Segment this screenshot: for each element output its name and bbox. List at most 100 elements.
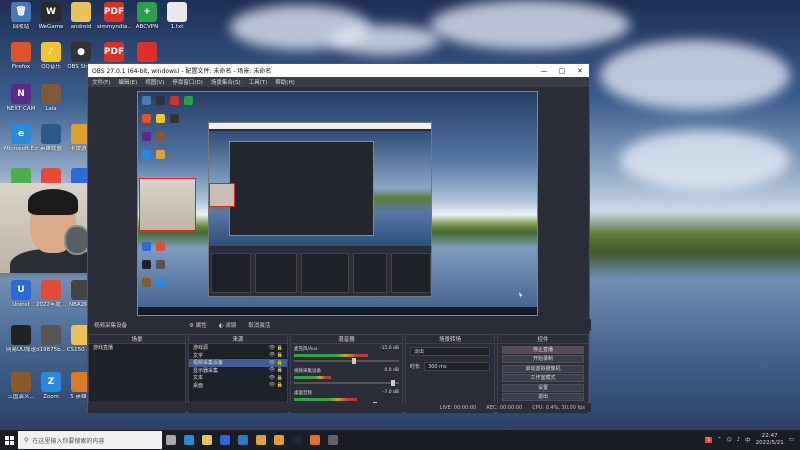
cpu-status: CPU: 0.4%, 30.00 fps: [532, 404, 585, 411]
taskbar-app-app-orange-icon[interactable]: [306, 430, 324, 450]
live-status: LIVE: 00:00:00: [439, 404, 477, 411]
desktop-icon[interactable]: U Uninst: [4, 280, 38, 309]
source-item[interactable]: 视频采集设备 👁 🔒: [189, 359, 287, 367]
menu-help[interactable]: 帮助(H): [275, 78, 294, 86]
desktop-icon[interactable]: Z Zoom: [34, 372, 68, 401]
desktop-icon-label: WeGame: [38, 24, 64, 30]
taskbar-app-obs-icon[interactable]: [324, 430, 342, 450]
taskbar-app-vscode-icon[interactable]: [234, 430, 252, 450]
start-recording-button[interactable]: 开始录制: [502, 355, 584, 363]
network-icon[interactable]: ⌬: [727, 437, 732, 443]
desktop-icon[interactable]: android: [64, 2, 98, 31]
desktop-icon[interactable]: Lala: [34, 84, 68, 113]
source-item[interactable]: 游戏源 👁 🔒: [189, 344, 287, 352]
taskbar-app-steam-icon[interactable]: [288, 430, 306, 450]
input-method-icon[interactable]: 中: [745, 436, 751, 444]
source-item[interactable]: 桌面 👁 🔒: [189, 382, 287, 390]
desktop-icon-label: Lala: [45, 106, 57, 112]
app-icon: PDF: [104, 2, 124, 22]
desktop-icon[interactable]: e Microsoft Edge: [4, 124, 38, 153]
transitions-title: 场景转场: [406, 335, 494, 344]
desktop-icon[interactable]: Firefox: [4, 42, 38, 71]
source-item[interactable]: 文本 👁 🔒: [189, 374, 287, 382]
exit-button[interactable]: 退出: [502, 393, 584, 401]
desktop-icon[interactable]: 🗑 回收站: [4, 2, 38, 31]
app-icon: [41, 325, 61, 345]
desktop-icon-label: QQ音乐: [41, 64, 61, 70]
ime-icon[interactable]: S: [704, 437, 713, 443]
taskbar-app-store-icon[interactable]: [216, 430, 234, 450]
desktop-icon-label: Uninst: [12, 302, 30, 308]
desktop-icon[interactable]: 网易UU加速: [4, 325, 38, 354]
scene-item[interactable]: 游戏直播: [89, 344, 185, 352]
start-button[interactable]: [0, 430, 18, 450]
settings-button[interactable]: 设置: [502, 383, 584, 392]
source-item[interactable]: 显示器采集 👁 🔒: [189, 367, 287, 375]
properties-button[interactable]: ⚙ 属性: [183, 321, 213, 329]
controls-title: 控件: [498, 335, 588, 344]
obs-titlebar: OBS 27.0.1 (64-bit, windows) - 配置文件: 未命名…: [88, 64, 589, 77]
maximize-button[interactable]: □: [553, 67, 571, 75]
notification-icon[interactable]: ▭: [789, 437, 794, 443]
stop-streaming-button[interactable]: 停止直播: [502, 345, 584, 354]
obs-preview[interactable]: [137, 91, 538, 316]
close-button[interactable]: ✕: [571, 67, 589, 75]
taskbar-app-edge-icon[interactable]: [180, 430, 198, 450]
menu-docks[interactable]: 停靠窗口(D): [172, 78, 203, 86]
desktop-icon[interactable]: 三国演义...: [4, 372, 38, 401]
desktop-icon[interactable]: d19875b...: [34, 325, 68, 354]
volume-slider[interactable]: [294, 380, 399, 386]
app-icon: +: [137, 2, 157, 22]
desktop-icon[interactable]: PDF simmyndia...: [97, 2, 131, 31]
desktop-icon-label: ABCVPN: [135, 24, 159, 30]
duration-field[interactable]: 300 ms: [424, 362, 490, 371]
desktop-icon-label: Firefox: [11, 64, 31, 70]
desktop-icon-label: NEXT CAM: [6, 106, 36, 112]
desktop-icon-label: Zoom: [43, 394, 59, 400]
app-icon: [11, 372, 31, 392]
desktop-icon[interactable]: PDF: [97, 42, 131, 64]
obs-window-title: OBS 27.0.1 (64-bit, windows) - 配置文件: 未命名…: [92, 68, 272, 75]
taskbar-search-box[interactable]: ⚲ 在这里输入你要搜索的内容: [18, 431, 162, 449]
deactivate-button[interactable]: 取消激活: [242, 321, 276, 329]
desktop-icon[interactable]: W WeGame: [34, 2, 68, 31]
search-icon: ⚲: [24, 436, 29, 444]
menu-view[interactable]: 视图(V): [145, 78, 164, 86]
chevron-up-icon[interactable]: ⌃: [717, 437, 722, 443]
taskbar-app-chrome-icon[interactable]: [252, 430, 270, 450]
taskbar-app-task-view-icon[interactable]: [162, 430, 180, 450]
nested-obs-capture: [208, 122, 432, 297]
menu-edit[interactable]: 编辑(E): [118, 78, 137, 86]
menu-file[interactable]: 文件(F): [92, 78, 110, 86]
desktop-icon[interactable]: 1.txt: [160, 2, 194, 31]
virtual-camera-button[interactable]: 启动虚拟摄像机: [502, 364, 584, 373]
desktop-icon[interactable]: N NEXT CAM: [4, 84, 38, 113]
desktop-icon-label: 回收站: [12, 24, 30, 30]
app-icon: [167, 2, 187, 22]
source-item[interactable]: 文字 👁 🔒: [189, 352, 287, 360]
selected-source-label: 视频采集设备: [94, 323, 128, 329]
volume-slider[interactable]: [294, 358, 399, 364]
desktop-icon[interactable]: 2022年度...: [34, 280, 68, 309]
menu-scene-collection[interactable]: 场景集合(S): [211, 78, 241, 86]
menu-tools[interactable]: 工具(T): [249, 78, 268, 86]
controls-dock: 控件 停止直播 开始录制 启动虚拟摄像机 工作室模式 设置 退出: [497, 334, 589, 414]
filters-button[interactable]: ◐ 滤镜: [213, 321, 243, 329]
mixer-channel: 麦克风/Aux -15.0 dB: [291, 344, 402, 366]
selected-source-box[interactable]: [139, 178, 196, 231]
duration-label: 时长: [410, 364, 421, 370]
desktop-icon[interactable]: 英雄联盟: [34, 124, 68, 153]
desktop-icon-label: 1.txt: [170, 24, 184, 30]
desktop-icon[interactable]: [130, 42, 164, 64]
taskbar-app-explorer-icon[interactable]: [198, 430, 216, 450]
minimize-button[interactable]: —: [535, 67, 553, 75]
audio-mixer-dock: 混音器 麦克风/Aux -15.0 dB 视频采集设备 0.0 dB 桌面音频 -7.…: [290, 334, 403, 414]
transition-select[interactable]: 淡出: [410, 347, 490, 356]
desktop-icon[interactable]: ♪ QQ音乐: [34, 42, 68, 71]
volume-icon[interactable]: ♪: [737, 437, 741, 443]
desktop-icon[interactable]: + ABCVPN: [130, 2, 164, 31]
studio-mode-button[interactable]: 工作室模式: [502, 374, 584, 382]
obs-statusbar: LIVE: 00:00:00 REC: 00:00:00 CPU: 0.4%, …: [88, 403, 591, 412]
taskbar-app-wegame-icon[interactable]: [270, 430, 288, 450]
clock[interactable]: 22:47 2022/5/21: [756, 433, 784, 447]
